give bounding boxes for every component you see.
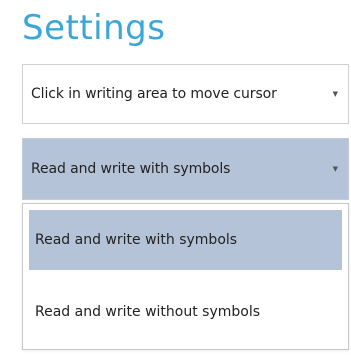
- page-title: Settings: [22, 8, 166, 48]
- symbol-mode-select[interactable]: Read and write with symbols ▼: [22, 138, 349, 200]
- cursor-mode-select[interactable]: Click in writing area to move cursor ▼: [22, 64, 349, 124]
- cursor-mode-value: Click in writing area to move cursor: [31, 86, 277, 102]
- caret-down-icon: ▼: [332, 165, 338, 173]
- caret-down-icon: ▼: [332, 90, 338, 98]
- option-read-write-without-symbols[interactable]: Read and write without symbols: [29, 284, 342, 340]
- option-read-write-with-symbols[interactable]: Read and write with symbols: [29, 210, 342, 270]
- settings-panel: Settings Click in writing area to move c…: [0, 0, 351, 356]
- symbol-mode-dropdown-list: Read and write with symbols Read and wri…: [22, 203, 349, 350]
- symbol-mode-value: Read and write with symbols: [31, 161, 231, 177]
